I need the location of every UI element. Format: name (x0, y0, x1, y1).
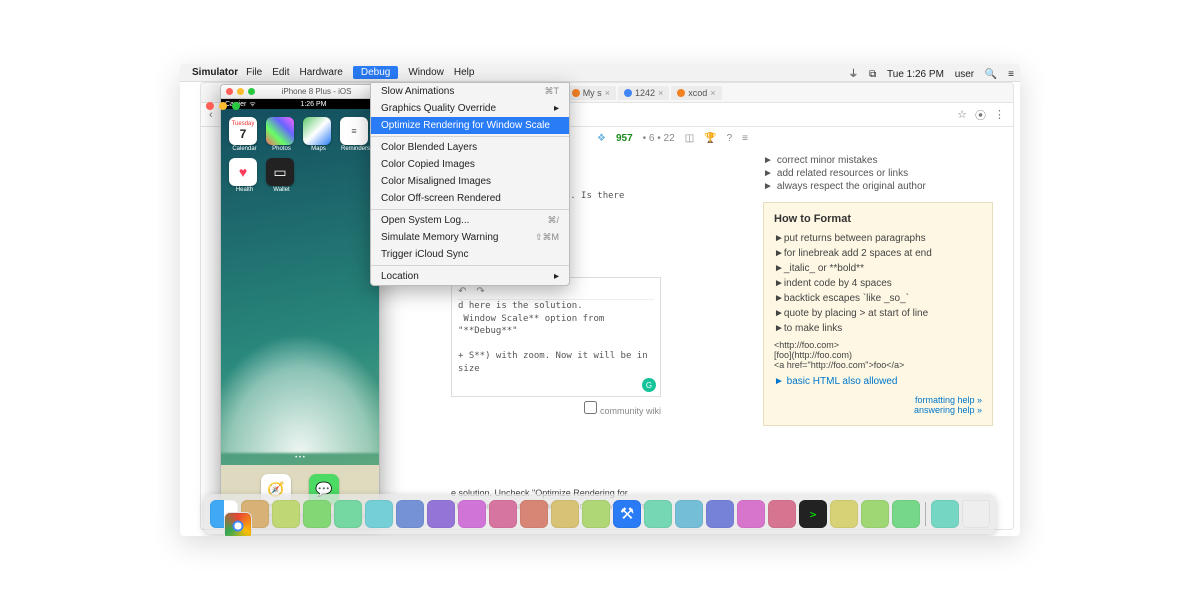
extensions-icon[interactable]: ⦿ (975, 107, 986, 123)
dock-item[interactable] (830, 500, 858, 528)
dock-item[interactable] (272, 500, 300, 528)
menu-edit[interactable]: Edit (272, 67, 289, 78)
dock-item[interactable] (861, 500, 889, 528)
guideline-item: ►always respect the original author (763, 181, 993, 192)
dock-item[interactable] (365, 500, 393, 528)
menu-item[interactable]: Color Misaligned Images (371, 173, 569, 190)
community-wiki-checkbox[interactable] (584, 401, 597, 414)
app-reminders[interactable]: ≡Reminders (340, 117, 371, 152)
menubar-app-name[interactable]: Simulator (192, 67, 238, 78)
dock-item[interactable] (551, 500, 579, 528)
search-icon[interactable]: 🔍 (985, 69, 997, 80)
menu-item[interactable]: Color Copied Images (371, 156, 569, 173)
dock-item[interactable] (644, 500, 672, 528)
menu-item[interactable]: Trigger iCloud Sync (371, 246, 569, 263)
format-item: ►put returns between paragraphs (774, 233, 982, 244)
close-icon[interactable] (226, 88, 233, 95)
dock-item[interactable] (396, 500, 424, 528)
star-icon[interactable]: ☆ (957, 108, 967, 121)
answering-help-link[interactable]: answering help » (774, 405, 982, 415)
menu-item[interactable]: Open System Log...⌘/ (371, 212, 569, 229)
so-guidelines: ►correct minor mistakes ►add related reso… (763, 155, 993, 192)
dock-item[interactable] (334, 500, 362, 528)
chrome-tab[interactable]: My s× (566, 86, 616, 100)
menu-debug[interactable]: Debug (353, 66, 398, 79)
app-health[interactable]: ♥Health (229, 158, 260, 193)
so-format-box: How to Format ►put returns between parag… (763, 202, 993, 426)
simulator-window[interactable]: iPhone 8 Plus - iOS Carrierᯤ 1:26 PM ▮ T… (220, 84, 380, 514)
dock-item[interactable]: ⚒ (613, 500, 641, 528)
menu-file[interactable]: File (246, 67, 262, 78)
dock-item[interactable] (520, 500, 548, 528)
app-maps[interactable]: Maps (303, 117, 334, 152)
iphone-homescreen[interactable]: Tuesday7CalendarPhotosMaps≡Reminders ♥Hea… (221, 109, 379, 513)
dock-item[interactable] (458, 500, 486, 528)
app-photos[interactable]: Photos (266, 117, 297, 152)
debug-menu-dropdown[interactable]: Slow Animations⌘TGraphics Quality Overri… (370, 82, 570, 286)
menu-icon[interactable]: ⋮ (994, 108, 1005, 121)
dock-item[interactable] (768, 500, 796, 528)
menu-item[interactable]: Color Off-screen Rendered (371, 190, 569, 207)
so-profile-stats: ❖ 957 • 6 • 22 ◫ 🏆 ? ≡ (597, 133, 748, 144)
chrome-tab[interactable]: xcod× (671, 86, 721, 100)
menu-hardware[interactable]: Hardware (299, 67, 342, 78)
menu-item[interactable]: Simulate Memory Warning⇧⌘M (371, 229, 569, 246)
menu-item[interactable]: Graphics Quality Override▸ (371, 100, 569, 117)
inbox-icon[interactable]: ◫ (685, 133, 694, 144)
wifi-icon[interactable]: ⏚ (848, 69, 858, 80)
browser-traffic-lights[interactable] (206, 102, 240, 110)
format-item: ►to make links (774, 323, 982, 334)
menu-item[interactable]: Slow Animations⌘T (371, 83, 569, 100)
screen-icon[interactable]: ⧉ (869, 69, 876, 80)
dock-item[interactable] (303, 500, 331, 528)
simulator-titlebar[interactable]: iPhone 8 Plus - iOS (221, 85, 379, 99)
dock-item[interactable] (737, 500, 765, 528)
menu-item[interactable]: Location▸ (371, 268, 569, 285)
menu-item[interactable]: Optimize Rendering for Window Scale (371, 117, 569, 134)
menu-item[interactable]: Color Blended Layers (371, 139, 569, 156)
so-editor-partial: re) from iPhone 8 Plus rier versions of … (451, 277, 661, 416)
format-item: ►_italic_ or **bold** (774, 263, 982, 274)
macos-dock[interactable]: ⚒> (204, 494, 996, 534)
app-wallet[interactable]: ▭Wallet (266, 158, 297, 193)
menu-help[interactable]: Help (454, 67, 475, 78)
trophy-icon[interactable]: 🏆 (704, 133, 716, 144)
back-icon[interactable]: ‹ (209, 109, 213, 121)
guideline-item: ►correct minor mistakes (763, 155, 993, 166)
macos-menubar: Simulator File Edit Hardware Debug Windo… (180, 64, 1020, 82)
grammarly-icon[interactable]: G (642, 378, 656, 392)
guideline-item: ►add related resources or links (763, 168, 993, 179)
format-item: ►indent code by 4 spaces (774, 278, 982, 289)
dock-item[interactable] (224, 512, 252, 536)
redo-icon[interactable]: ↷ (476, 286, 484, 297)
help-icon[interactable]: ? (727, 133, 733, 144)
list-icon[interactable]: ≡ (1008, 69, 1014, 80)
so-logo-icon: ❖ (597, 133, 606, 144)
hamburger-icon[interactable]: ≡ (742, 133, 748, 144)
dock-item[interactable] (962, 500, 990, 528)
page-dots: • • • (221, 455, 379, 461)
dock-item[interactable]: > (799, 500, 827, 528)
dock-item[interactable] (675, 500, 703, 528)
dock-item[interactable] (427, 500, 455, 528)
iphone-statusbar: Carrierᯤ 1:26 PM ▮ (221, 99, 379, 109)
dock-item[interactable] (931, 500, 959, 528)
chrome-tab[interactable]: 1242× (618, 86, 669, 100)
dock-item[interactable] (582, 500, 610, 528)
menubar-status: ⏚ ⧉ Tue 1:26 PM user 🔍 ≡ (840, 65, 1014, 80)
app-calendar[interactable]: Tuesday7Calendar (229, 117, 260, 152)
formatting-help-link[interactable]: formatting help » (774, 395, 982, 405)
dock-item[interactable] (489, 500, 517, 528)
menu-window[interactable]: Window (408, 67, 444, 78)
dock-item[interactable] (892, 500, 920, 528)
minimize-icon[interactable] (237, 88, 244, 95)
format-item: ►quote by placing > at start of line (774, 308, 982, 319)
undo-icon[interactable]: ↶ (458, 286, 466, 297)
format-item: ►for linebreak add 2 spaces at end (774, 248, 982, 259)
format-item: ►backtick escapes `like _so_` (774, 293, 982, 304)
dock-item[interactable] (706, 500, 734, 528)
zoom-icon[interactable] (248, 88, 255, 95)
wallpaper-wave (221, 333, 379, 453)
